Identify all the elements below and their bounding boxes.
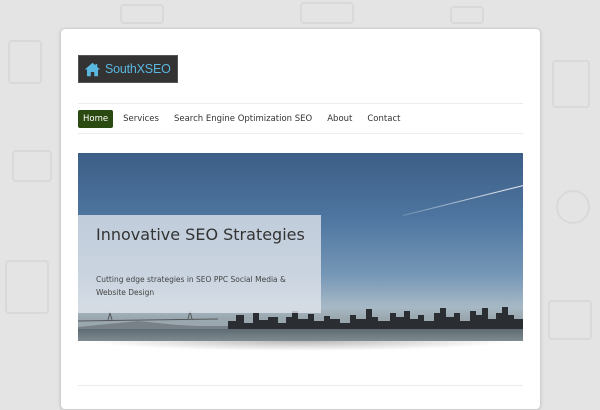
hero-shadow <box>88 341 513 351</box>
logo-text: SouthXSEO <box>105 62 171 76</box>
water <box>78 329 523 341</box>
page-container: SouthXSEO Home Services Search Engine Op… <box>60 28 541 410</box>
house-icon <box>84 62 101 76</box>
nav-item-about[interactable]: About <box>322 111 357 127</box>
hero-slider[interactable]: Innovative SEO Strategies Cutting edge s… <box>78 153 523 351</box>
hero-caption: Innovative SEO Strategies Cutting edge s… <box>78 215 321 313</box>
main-navigation: Home Services Search Engine Optimization… <box>78 103 523 134</box>
hero-subtitle: Cutting edge strategies in SEO PPC Socia… <box>96 275 286 297</box>
hero-title: Innovative SEO Strategies <box>96 225 305 244</box>
divider <box>78 385 523 386</box>
nav-item-contact[interactable]: Contact <box>362 111 405 127</box>
nav-item-services[interactable]: Services <box>118 111 164 127</box>
site-logo[interactable]: SouthXSEO <box>78 55 178 83</box>
nav-item-seo[interactable]: Search Engine Optimization SEO <box>169 111 317 127</box>
nav-item-home[interactable]: Home <box>78 109 114 128</box>
